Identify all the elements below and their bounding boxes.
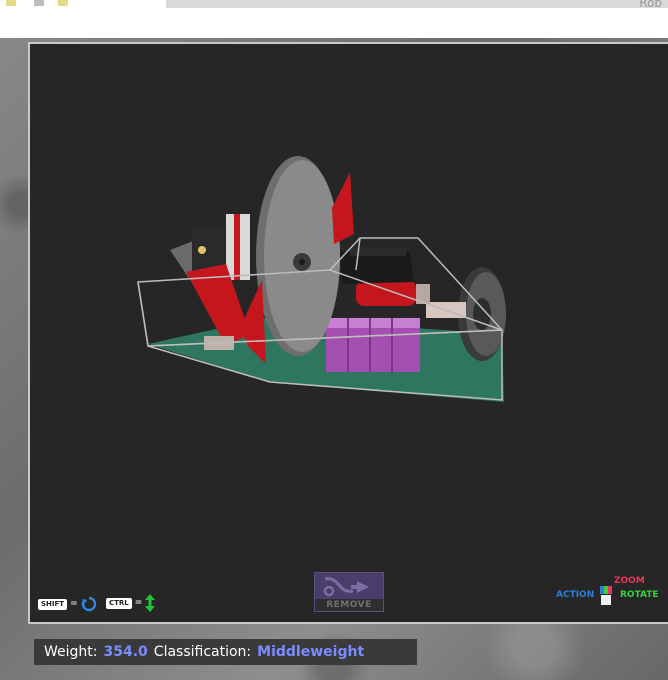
robot-model-scene[interactable] bbox=[30, 44, 668, 624]
rotate-label: ROTATE bbox=[620, 590, 659, 600]
zoom-label: ZOOM bbox=[614, 576, 645, 586]
top-right-text: Rob bbox=[639, 0, 662, 10]
vertical-arrow-icon bbox=[145, 594, 156, 612]
browser-top-strip: Rob bbox=[0, 0, 668, 38]
rotate-icon bbox=[81, 596, 96, 612]
window-icon-3 bbox=[58, 0, 68, 6]
navigation-cube-icon[interactable] bbox=[600, 586, 614, 608]
remove-button[interactable]: REMOVE bbox=[314, 572, 384, 612]
robot-info-bar: Weight: 354.0 Classification: Middleweig… bbox=[34, 639, 417, 665]
classification-label: Classification: bbox=[153, 644, 252, 660]
classification-value: Middleweight bbox=[257, 644, 365, 660]
window-icon-2 bbox=[34, 0, 44, 6]
action-label: ACTION bbox=[556, 590, 595, 600]
spinner-disc bbox=[256, 156, 340, 356]
blade-top bbox=[332, 172, 354, 244]
weight-value: 354.0 bbox=[103, 644, 148, 660]
weight-label: Weight: bbox=[44, 644, 98, 660]
tab-strip bbox=[166, 0, 668, 8]
drive-motor bbox=[356, 280, 416, 306]
equals-sign: = bbox=[134, 598, 143, 608]
remove-arrow-icon bbox=[323, 577, 369, 597]
weapon-motor-assembly bbox=[170, 214, 250, 350]
window-icon-1 bbox=[6, 0, 16, 6]
shift-key-badge: SHIFT bbox=[38, 598, 68, 610]
robot-3d-viewport[interactable]: SHIFT = CTRL = REMOVE ZOOM ACTION ROTATE bbox=[28, 42, 668, 624]
equals-sign: = bbox=[70, 599, 78, 609]
remove-label: REMOVE bbox=[315, 599, 383, 611]
controller-box bbox=[340, 252, 414, 284]
shift-rotate-hint: SHIFT = bbox=[38, 596, 97, 612]
battery-pack bbox=[326, 318, 420, 372]
ctrl-key-badge: CTRL bbox=[106, 597, 132, 609]
ctrl-move-hint: CTRL = bbox=[106, 594, 156, 612]
